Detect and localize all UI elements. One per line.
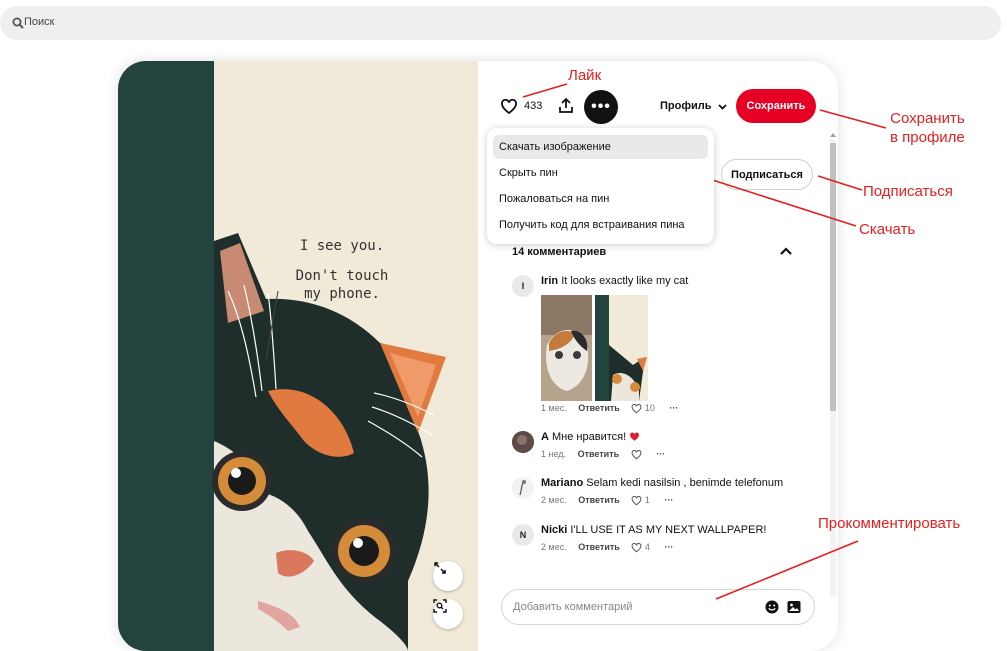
more-options-menu: Скачать изображение Скрыть пин Пожаловат…	[487, 128, 714, 244]
menu-item-label: Получить код для встраивания пина	[499, 219, 685, 231]
annotation-like: Лайк	[568, 67, 602, 84]
menu-item-label: Пожаловаться на пин	[499, 193, 610, 205]
menu-item-download-image[interactable]: Скачать изображение	[493, 135, 708, 159]
annotation-comment: Прокомментировать	[818, 515, 961, 532]
annotation-save: Сохранить в профиле	[890, 109, 965, 147]
annotation-save-line2: в профиле	[890, 129, 965, 146]
annotation-save-line1: Сохранить	[890, 110, 965, 127]
menu-item-label: Скачать изображение	[499, 141, 611, 153]
menu-item-report-pin[interactable]: Пожаловаться на пин	[493, 187, 708, 211]
annotation-download: Скачать	[859, 221, 916, 238]
annotation-arrows	[522, 83, 887, 600]
menu-item-label: Скрыть пин	[499, 167, 558, 179]
menu-item-embed-code[interactable]: Получить код для встраивания пина	[493, 213, 708, 237]
annotation-follow: Подписаться	[863, 183, 953, 200]
menu-item-hide-pin[interactable]: Скрыть пин	[493, 161, 708, 185]
